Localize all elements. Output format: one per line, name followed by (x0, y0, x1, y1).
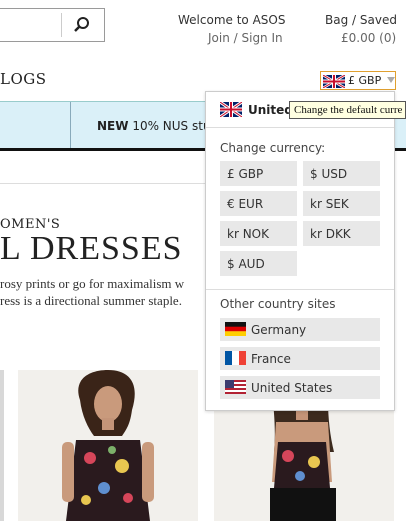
germany-flag-icon (225, 322, 246, 339)
currency-dropdown: United Change currency: £ GBP $ USD € EU… (205, 91, 395, 411)
product-image[interactable] (18, 370, 198, 521)
page-description-line-2: ress is a directional summer staple. (0, 293, 182, 308)
search-divider (61, 13, 62, 37)
change-currency-label: Change currency: (220, 141, 326, 155)
currency-dkk-button[interactable]: kr DKK (303, 221, 380, 246)
promo-new-badge: NEW (97, 119, 129, 133)
page-title: L DRESSES (0, 230, 183, 267)
bag-amount: £0.00 (0) (341, 31, 397, 45)
other-sites-label: Other country sites (220, 297, 336, 311)
page-description-line-1: rosy prints or go for maximalism w (0, 276, 185, 291)
selected-country: United (248, 103, 293, 117)
site-label: Germany (251, 323, 307, 337)
product-image[interactable] (0, 370, 4, 521)
divider (0, 183, 210, 184)
join-sign-in-link[interactable]: Join / Sign In (208, 31, 283, 45)
search-icon[interactable] (71, 14, 93, 36)
chevron-down-icon (387, 77, 395, 83)
nav-item-catalogs[interactable]: LOGS (0, 70, 47, 88)
site-france-button[interactable]: France (220, 347, 380, 370)
currency-aud-button[interactable]: $ AUD (220, 251, 297, 276)
france-flag-icon (225, 351, 246, 368)
site-germany-button[interactable]: Germany (220, 318, 380, 341)
currency-gbp-button[interactable]: £ GBP (220, 161, 297, 186)
uk-flag-icon (322, 73, 346, 91)
site-united-states-button[interactable]: United States (220, 376, 380, 399)
promo-offer-text: 10% NUS stu (132, 119, 211, 133)
uk-flag-icon (219, 100, 243, 121)
currency-toggle-label: £ GBP (348, 74, 382, 87)
site-label: France (251, 352, 291, 366)
currency-usd-button[interactable]: $ USD (303, 161, 380, 186)
currency-toggle[interactable]: £ GBP (320, 71, 396, 90)
tooltip: Change the default curre (289, 101, 406, 119)
bag-saved-link[interactable]: Bag / Saved (325, 13, 397, 27)
currency-nok-button[interactable]: kr NOK (220, 221, 297, 246)
us-flag-icon (225, 380, 246, 397)
search-input[interactable] (0, 8, 105, 42)
promo-divider (70, 102, 71, 148)
currency-sek-button[interactable]: kr SEK (303, 191, 380, 216)
currency-eur-button[interactable]: € EUR (220, 191, 297, 216)
welcome-text: Welcome to ASOS (178, 13, 286, 27)
promo-text: NEW 10% NUS stu (97, 119, 211, 133)
dropdown-divider (206, 289, 394, 290)
site-label: United States (251, 381, 333, 395)
